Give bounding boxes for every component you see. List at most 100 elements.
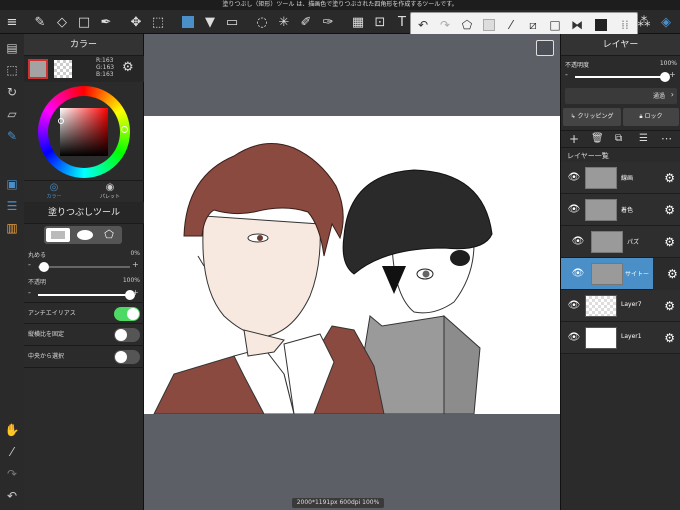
frame-icon[interactable]: ▦ [348,12,368,32]
clipping-button[interactable]: ↳ クリッピング [563,108,621,126]
select-all-icon[interactable] [479,15,499,35]
add-layer-icon[interactable]: + [569,132,579,146]
gear-icon[interactable]: ⚙ [664,235,675,249]
hand-icon[interactable]: ✋ [2,420,22,440]
drawing-canvas[interactable] [144,116,560,414]
gear-icon[interactable]: ⚙ [667,267,678,281]
gear-icon[interactable]: ⚙ [664,299,675,313]
layer-opacity-minus-icon[interactable]: - [565,70,568,79]
layer-row[interactable]: 👁︎ 線画 ⚙ [561,162,680,194]
aspect-toggle[interactable] [114,328,140,342]
round-minus-icon[interactable]: - [28,260,31,269]
dropper-icon[interactable]: ⁄ [2,442,22,462]
round-plus-icon[interactable]: + [132,260,139,269]
palette-tab-icon: ◉ [105,182,115,193]
flip-icon[interactable]: ⧓ [567,15,587,35]
undo-side-icon[interactable]: ↶ [2,486,22,506]
layer-row-selected[interactable]: 👁︎ サイトー [561,258,653,290]
tab-palette[interactable]: ◉ パレット [90,182,130,200]
color-wheel[interactable] [38,86,130,178]
round-slider-knob[interactable] [39,262,49,272]
eye-icon[interactable]: 👁︎ [567,300,581,312]
duplicate-layer-icon[interactable]: ⧉ [615,133,622,144]
redo-icon[interactable]: ↷ [435,15,455,35]
eyedropper-icon[interactable]: ⁄ [501,15,521,35]
layer-row[interactable]: 👁︎ Layer7 ⚙ [561,290,680,322]
ruler-icon[interactable]: ▱ [2,104,22,124]
transform-select-icon[interactable]: ⬠ [457,15,477,35]
text-icon[interactable]: T [392,12,412,32]
gear-icon[interactable]: ⚙ [664,203,675,217]
undo-icon[interactable]: ↶ [413,15,433,35]
crop-icon[interactable]: ⊡ [370,12,390,32]
eye-icon[interactable]: 👁︎ [567,332,581,344]
eraser-icon[interactable]: ◇ [52,12,72,32]
opacity-slider[interactable] [38,294,130,296]
chevron-right-icon: › [670,90,674,99]
bucket-icon[interactable]: ▼ [200,12,220,32]
color-picker-handle[interactable] [58,118,64,124]
move-icon[interactable]: ✥ [126,12,146,32]
deselect-icon[interactable]: ⧄ [523,15,543,35]
center-toggle[interactable] [114,350,140,364]
shape-rect-button[interactable] [46,228,70,242]
gear-icon[interactable]: ⚙ [664,171,675,185]
square-icon[interactable]: □ [545,15,565,35]
rotate-icon[interactable]: ↻ [2,82,22,102]
tab-color[interactable]: ◎ カラー [34,182,74,200]
lasso-icon[interactable]: ◌ [252,12,272,32]
delete-layer-icon[interactable]: 🗑︎ [591,133,604,144]
grid-icon[interactable]: ⁞⁞ [615,15,635,35]
eye-icon[interactable]: 👁︎ [567,172,581,184]
shape-ellipse-button[interactable] [74,228,96,242]
eye-icon[interactable]: 👁︎ [567,204,581,216]
opacity-minus-icon[interactable]: - [28,288,31,297]
layer-row[interactable]: 👁︎ パズ ⚙ [561,226,680,258]
rgb-b: B:163 [96,71,114,78]
layer-panel-icon[interactable]: ▥ [2,218,22,238]
background-color-swatch[interactable] [54,60,72,78]
saturation-square[interactable] [60,108,108,156]
antialias-toggle[interactable] [114,307,140,321]
layer-name: Layer1 [621,333,642,340]
layer-opacity-plus-icon[interactable]: + [669,70,676,79]
select-eraser-icon[interactable]: ✑ [318,12,338,32]
pen-icon[interactable]: ✎ [2,126,22,146]
select-pen-icon[interactable]: ✐ [296,12,316,32]
foreground-color-swatch[interactable] [28,59,48,79]
transform-icon[interactable]: ⬚ [148,12,168,32]
round-slider[interactable] [38,266,130,268]
layer-name: パズ [627,239,640,246]
pen-tool-icon[interactable]: ✒ [96,12,116,32]
gear-icon[interactable]: ⚙ [664,331,675,345]
hue-handle[interactable] [121,126,128,133]
gradient-icon[interactable]: ▭ [222,12,242,32]
lock-button[interactable]: 🔒︎ ロック [623,108,679,126]
brush-list-icon[interactable]: ☰ [2,196,22,216]
magic-wand-icon[interactable]: ✳ [274,12,294,32]
layers-icon[interactable]: ◈ [656,12,676,32]
rect-select-icon[interactable]: □ [74,12,94,32]
layer-row[interactable]: 👁︎ 着色 ⚙ [561,194,680,226]
color-panel-icon[interactable]: ▣ [2,174,22,194]
navigator-icon[interactable] [536,40,554,56]
more-icon[interactable]: ⋯ [661,132,672,145]
eye-icon[interactable]: 👁︎ [571,236,585,248]
toggle-row-aspect: 縦横比を固定 [24,324,144,346]
snap-icon[interactable] [591,15,611,35]
selection-icon[interactable]: ⬚ [2,60,22,80]
menu-icon[interactable]: ≡ [2,12,22,32]
layer-list-icon[interactable]: ☰ [639,133,648,144]
redo-side-icon[interactable]: ↷ [2,464,22,484]
opacity-plus-icon[interactable]: + [132,288,139,297]
panel-icon[interactable]: ▤ [2,38,22,58]
layer-row[interactable]: 👁︎ Layer1 ⚙ [561,322,680,354]
brush-icon[interactable]: ✎ [30,12,50,32]
color-settings-gear-icon[interactable]: ⚙ [122,60,134,75]
canvas-area[interactable]: 2000*1191px 600dpi 100% [144,34,560,510]
eye-icon[interactable]: 👁︎ [571,268,585,280]
shape-polygon-button[interactable]: ⬠ [98,228,120,242]
layer-opacity-slider[interactable] [575,76,665,78]
fill-rect-icon[interactable] [178,12,198,32]
blend-mode-select[interactable]: 通過 › [565,88,677,104]
